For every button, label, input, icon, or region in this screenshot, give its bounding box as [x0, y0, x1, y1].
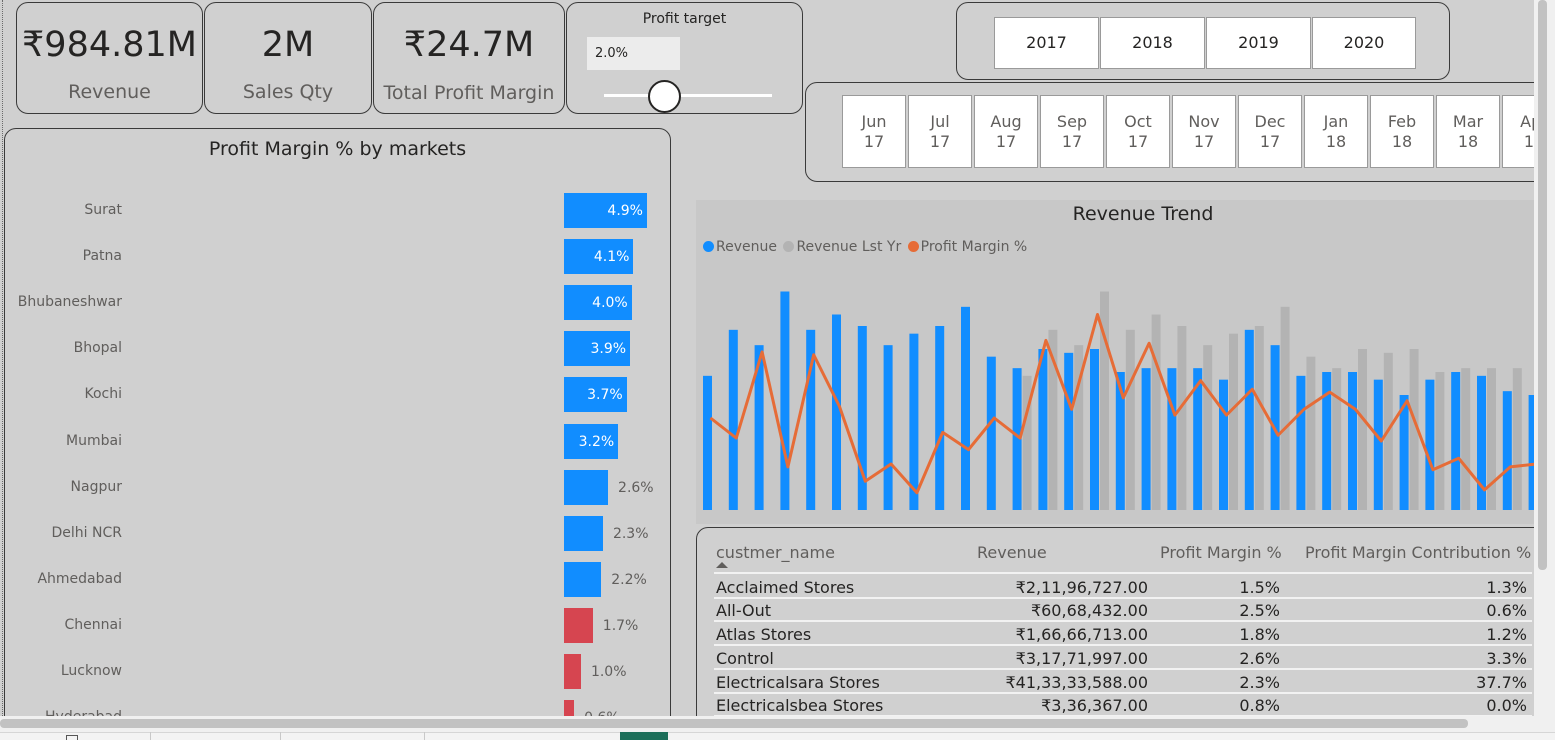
cell-revenue: ₹60,68,432.00: [1030, 601, 1148, 620]
page-tab[interactable]: [424, 732, 425, 740]
horizontal-scrollbar-thumb[interactable]: [0, 719, 1468, 728]
table-row[interactable]: Electricalsbea Stores ₹3,36,367.00 0.8% 0.0…: [714, 693, 1532, 716]
cell-profit-margin: 1.5%: [1239, 578, 1280, 597]
cell-profit-margin: 2.5%: [1239, 601, 1280, 620]
cell-customer: All-Out: [716, 601, 772, 620]
table-row[interactable]: Control ₹3,17,71,997.00 2.6% 3.3%: [714, 646, 1532, 670]
cell-revenue: ₹41,33,33,588.00: [1005, 673, 1149, 692]
page-tab-icon: [66, 735, 78, 740]
cell-revenue: ₹2,11,96,727.00: [1015, 578, 1148, 597]
customer-table-body: Acclaimed Stores ₹2,11,96,727.00 1.5% 1.3% …: [0, 0, 1555, 716]
cell-revenue: ₹3,17,71,997.00: [1015, 649, 1148, 668]
cell-customer: Atlas Stores: [716, 625, 812, 644]
cell-revenue: ₹1,66,66,713.00: [1015, 625, 1148, 644]
page-tab[interactable]: [280, 732, 281, 740]
cell-customer: Control: [716, 649, 774, 668]
page-tab[interactable]: [150, 732, 151, 740]
cell-revenue: ₹3,36,367.00: [1041, 696, 1148, 715]
cell-contribution: 1.2%: [1486, 625, 1527, 644]
cell-profit-margin: 0.8%: [1239, 696, 1280, 715]
cell-customer: Acclaimed Stores: [716, 578, 855, 597]
table-row[interactable]: Electricalsara Stores ₹41,33,33,588.00 2.3…: [714, 670, 1532, 694]
table-row[interactable]: All-Out ₹60,68,432.00 2.5% 0.6%: [714, 598, 1532, 622]
page-scrollbar-thumb[interactable]: [1538, 0, 1547, 570]
cell-customer: Electricalsara Stores: [716, 673, 880, 692]
page-tabs-bar: [0, 732, 1555, 740]
page-tab-active[interactable]: [620, 732, 668, 740]
cell-profit-margin: 1.8%: [1239, 625, 1280, 644]
cell-profit-margin: 2.3%: [1239, 673, 1280, 692]
table-row[interactable]: Acclaimed Stores ₹2,11,96,727.00 1.5% 1.3%: [714, 575, 1532, 599]
cell-contribution: 0.6%: [1486, 601, 1527, 620]
left-dotted-border: [2, 0, 3, 716]
cell-contribution: 0.0%: [1486, 696, 1527, 715]
cell-customer: Electricalsbea Stores: [716, 696, 884, 715]
cell-contribution: 3.3%: [1486, 649, 1527, 668]
cell-contribution: 1.3%: [1486, 578, 1527, 597]
cell-contribution: 37.7%: [1476, 673, 1527, 692]
cell-profit-margin: 2.6%: [1239, 649, 1280, 668]
table-row[interactable]: Atlas Stores ₹1,66,66,713.00 1.8% 1.2%: [714, 622, 1532, 646]
